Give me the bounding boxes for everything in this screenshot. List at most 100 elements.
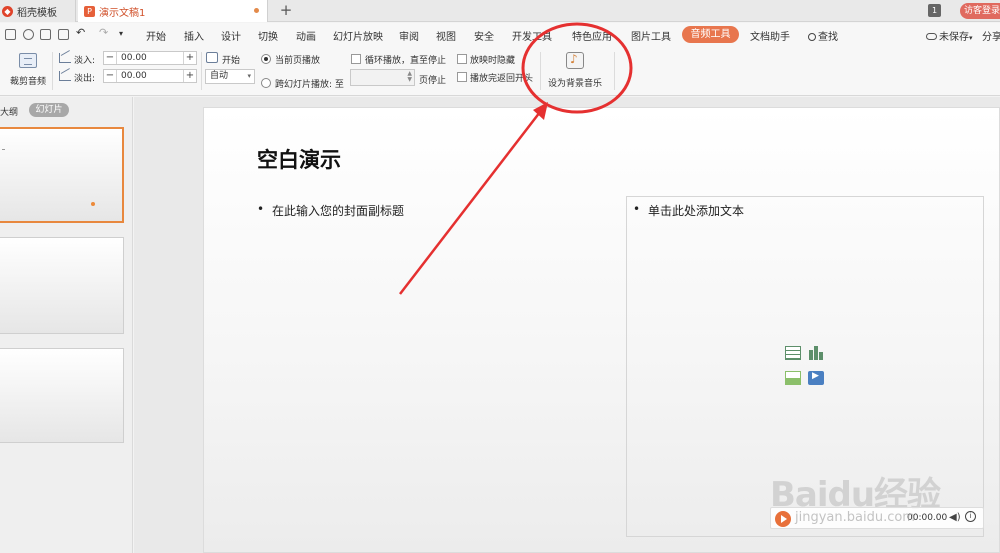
fade-out-stepper[interactable]: − 00.00 + bbox=[103, 69, 197, 83]
slide-thumbnail-2[interactable] bbox=[0, 237, 124, 334]
insert-picture-icon[interactable] bbox=[785, 371, 801, 385]
menu-design[interactable]: 设计 bbox=[221, 28, 241, 43]
current-page-play-radio[interactable] bbox=[261, 54, 271, 64]
presentation-icon: P bbox=[84, 5, 95, 17]
save-icon[interactable] bbox=[5, 29, 16, 40]
ribbon-separator bbox=[201, 52, 202, 90]
tab-document[interactable]: P 演示文稿1 bbox=[78, 0, 268, 22]
start-mode-value: 自动 bbox=[210, 71, 229, 81]
menu-bar: ↶ ↷ ▾ 开始 插入 设计 切换 动画 幻灯片放映 审阅 视图 安全 开发工具… bbox=[0, 23, 1000, 46]
content-placeholder-text[interactable]: 单击此处添加文本 bbox=[648, 202, 744, 219]
window-count-badge[interactable]: 1 bbox=[928, 4, 941, 17]
new-tab-button[interactable]: + bbox=[278, 0, 294, 22]
search-icon bbox=[808, 33, 816, 41]
fade-out-value[interactable]: 00.00 bbox=[117, 70, 183, 82]
fade-out-icon bbox=[59, 71, 71, 81]
menu-security[interactable]: 安全 bbox=[474, 28, 494, 43]
info-icon[interactable]: i bbox=[965, 511, 976, 522]
insert-video-icon[interactable] bbox=[808, 371, 824, 385]
tab-docer-templates[interactable]: ◆ 稻壳模板 bbox=[0, 0, 76, 22]
docer-icon: ◆ bbox=[2, 5, 13, 17]
menu-picture-tools[interactable]: 图片工具 bbox=[631, 28, 671, 43]
slides-pane: 大纲 幻灯片 bbox=[0, 97, 133, 553]
menu-animation[interactable]: 动画 bbox=[296, 28, 316, 43]
redo-icon[interactable]: ↷ bbox=[99, 26, 108, 39]
loop-play-checkbox[interactable] bbox=[351, 54, 361, 64]
preview-icon[interactable] bbox=[58, 29, 69, 40]
chevron-down-icon: ▾ bbox=[247, 72, 251, 80]
background-music-icon[interactable] bbox=[566, 52, 584, 69]
menu-audio-tools[interactable]: 音频工具 bbox=[682, 26, 739, 43]
menu-features[interactable]: 特色应用 bbox=[572, 28, 612, 43]
rewind-after-label: 播放完返回开头 bbox=[470, 74, 534, 84]
cross-slide-play-radio[interactable] bbox=[261, 78, 271, 88]
menu-review[interactable]: 审阅 bbox=[399, 28, 419, 43]
menu-doc-assistant[interactable]: 文档助手 bbox=[750, 28, 790, 43]
chart-bar bbox=[814, 346, 818, 360]
share-button[interactable]: 分享 bbox=[982, 28, 1000, 43]
ribbon-separator bbox=[614, 52, 615, 90]
slide-thumbnail-3[interactable] bbox=[0, 348, 124, 443]
start-mode-select[interactable]: 自动 ▾ bbox=[205, 69, 255, 84]
cloud-icon bbox=[926, 33, 937, 40]
start-label: 开始 bbox=[222, 56, 241, 66]
fade-in-label: 淡入: bbox=[74, 56, 96, 66]
insert-chart-icon[interactable] bbox=[808, 346, 824, 360]
fade-in-decrement[interactable]: − bbox=[104, 52, 117, 64]
chevron-down-icon: ▾ bbox=[969, 34, 973, 42]
bullet-icon: • bbox=[633, 202, 641, 216]
undo-icon[interactable]: ↶ bbox=[76, 26, 85, 39]
ribbon-separator bbox=[540, 52, 541, 90]
bullet-icon: • bbox=[257, 202, 265, 216]
tab-outline[interactable]: 大纲 bbox=[0, 105, 18, 118]
search-label: 查找 bbox=[818, 32, 838, 43]
tab-document-label: 演示文稿1 bbox=[99, 7, 146, 19]
menu-view[interactable]: 视图 bbox=[436, 28, 456, 43]
visitor-login-button[interactable]: 访客登录 bbox=[960, 3, 1000, 19]
thumb-title-mark bbox=[2, 149, 5, 150]
search-button[interactable]: 查找 bbox=[808, 28, 838, 43]
hide-when-playing-checkbox[interactable] bbox=[457, 54, 467, 64]
tab-slides[interactable]: 幻灯片 bbox=[29, 103, 69, 117]
volume-icon[interactable]: ◀) bbox=[949, 512, 961, 523]
slide-thumbnail-1[interactable] bbox=[0, 127, 124, 223]
menu-insert[interactable]: 插入 bbox=[184, 28, 204, 43]
start-icon bbox=[206, 52, 218, 63]
fade-out-label: 淡出: bbox=[74, 74, 96, 84]
play-icon[interactable] bbox=[775, 511, 791, 527]
hide-when-playing-label: 放映时隐藏 bbox=[470, 56, 516, 66]
spin-arrows-icon[interactable]: ▲ ▼ bbox=[407, 71, 412, 83]
menu-transition[interactable]: 切换 bbox=[258, 28, 278, 43]
trim-audio-button[interactable]: 裁剪音频 bbox=[10, 74, 46, 87]
fade-out-increment[interactable]: + bbox=[183, 70, 196, 82]
chart-bar bbox=[819, 352, 823, 360]
insert-table-icon[interactable] bbox=[785, 346, 801, 360]
trim-audio-icon[interactable] bbox=[19, 53, 37, 68]
page-stop-label: 页停止 bbox=[419, 76, 447, 86]
watermark-url: jingyan.baidu.com bbox=[795, 510, 915, 525]
export-pdf-icon[interactable] bbox=[23, 29, 34, 40]
stop-page-input[interactable]: ▲ ▼ bbox=[350, 69, 415, 86]
fade-in-stepper[interactable]: − 00.00 + bbox=[103, 51, 197, 65]
current-page-play-label: 当前页播放 bbox=[275, 56, 321, 66]
menu-home[interactable]: 开始 bbox=[146, 28, 166, 43]
fade-in-icon bbox=[59, 53, 71, 63]
menu-developer[interactable]: 开发工具 bbox=[512, 28, 552, 43]
ribbon-separator bbox=[52, 52, 53, 90]
customize-chevron-icon[interactable]: ▾ bbox=[119, 29, 123, 38]
tab-docer-label: 稻壳模板 bbox=[17, 7, 57, 19]
fade-out-decrement[interactable]: − bbox=[104, 70, 117, 82]
chart-bar bbox=[809, 350, 813, 360]
loop-play-label: 循环播放，直至停止 bbox=[365, 56, 447, 66]
unsaved-status-button[interactable]: 未保存▾ bbox=[926, 28, 973, 43]
tab-bar: ◆ 稻壳模板 P 演示文稿1 + 1 访客登录 bbox=[0, 0, 1000, 22]
rewind-after-checkbox[interactable] bbox=[457, 72, 467, 82]
slide-title[interactable]: 空白演示 bbox=[257, 144, 341, 174]
subtitle-placeholder[interactable]: 在此输入您的封面副标题 bbox=[272, 202, 404, 219]
menu-slideshow[interactable]: 幻灯片放映 bbox=[333, 28, 383, 43]
fade-in-value[interactable]: 00.00 bbox=[117, 52, 183, 64]
print-icon[interactable] bbox=[40, 29, 51, 40]
unsaved-label: 未保存 bbox=[939, 32, 969, 43]
fade-in-increment[interactable]: + bbox=[183, 52, 196, 64]
set-background-music-button[interactable]: 设为背景音乐 bbox=[548, 76, 602, 89]
